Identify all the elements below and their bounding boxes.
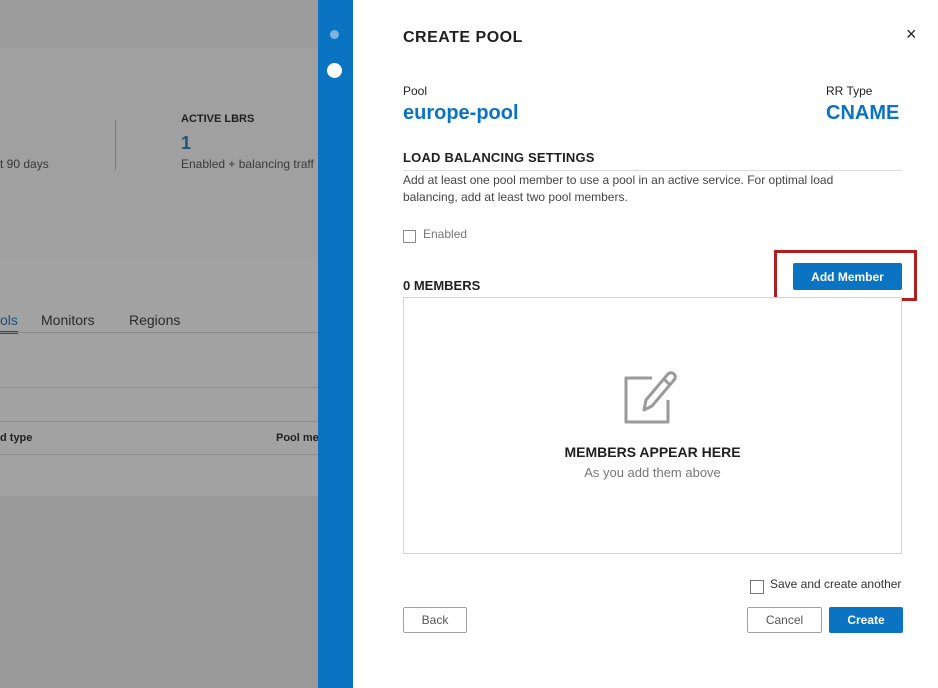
rr-type-label: RR Type [826,84,873,98]
add-member-button[interactable]: Add Member [793,263,902,290]
empty-state-title: MEMBERS APPEAR HERE [564,444,741,460]
background-card [0,258,318,496]
section-divider [403,170,902,171]
stat-divider [115,120,116,170]
table-divider [0,454,318,455]
back-button[interactable]: Back [403,607,467,633]
page-title: CREATE POOL [403,29,523,46]
table-header-type: d type [0,432,33,444]
enabled-checkbox[interactable] [403,230,416,243]
load-balancing-description: Add at least one pool member to use a po… [403,173,834,204]
tabs-divider [0,332,318,333]
table-divider [0,421,318,422]
background-lower-area [0,510,318,688]
rr-type-value: CNAME [826,102,900,124]
enabled-label: Enabled [423,227,468,241]
pool-name-value: europe-pool [403,102,519,124]
table-divider [0,387,318,388]
step-indicator-inactive [330,30,339,39]
empty-state-subtitle: As you add them above [584,465,721,480]
background-stats-panel [0,48,318,259]
create-button[interactable]: Create [829,607,903,633]
members-empty-state: MEMBERS APPEAR HERE As you add them abov… [403,297,902,554]
tab-regions[interactable]: Regions [129,312,180,328]
background-page: t 90 days ACTIVE LBRS 1 Enabled + balanc… [0,0,318,688]
save-and-create-another-label: Save and create another [770,577,902,591]
tab-pools[interactable]: ols [0,312,18,328]
tab-monitors[interactable]: Monitors [41,312,95,328]
background-topbar [0,0,318,49]
active-lbrs-value: 1 [181,133,192,153]
active-lbrs-subtitle: Enabled + balancing traff [181,157,314,171]
create-pool-panel: CREATE POOL × Pool europe-pool RR Type C… [353,0,938,688]
table-header-pool-members: Pool me [276,432,318,444]
load-balancing-section-title: LOAD BALANCING SETTINGS [403,150,595,165]
pool-label: Pool [403,84,428,98]
active-lbrs-title: ACTIVE LBRS [181,113,255,125]
close-icon[interactable]: × [906,24,917,45]
members-count-title: 0 MEMBERS [403,278,481,293]
edit-note-icon [624,371,677,424]
save-and-create-another-checkbox[interactable] [750,580,764,594]
wizard-stepper [318,0,353,688]
cancel-button[interactable]: Cancel [747,607,822,633]
step-indicator-active [327,63,342,78]
stat-left-text: t 90 days [0,157,49,171]
